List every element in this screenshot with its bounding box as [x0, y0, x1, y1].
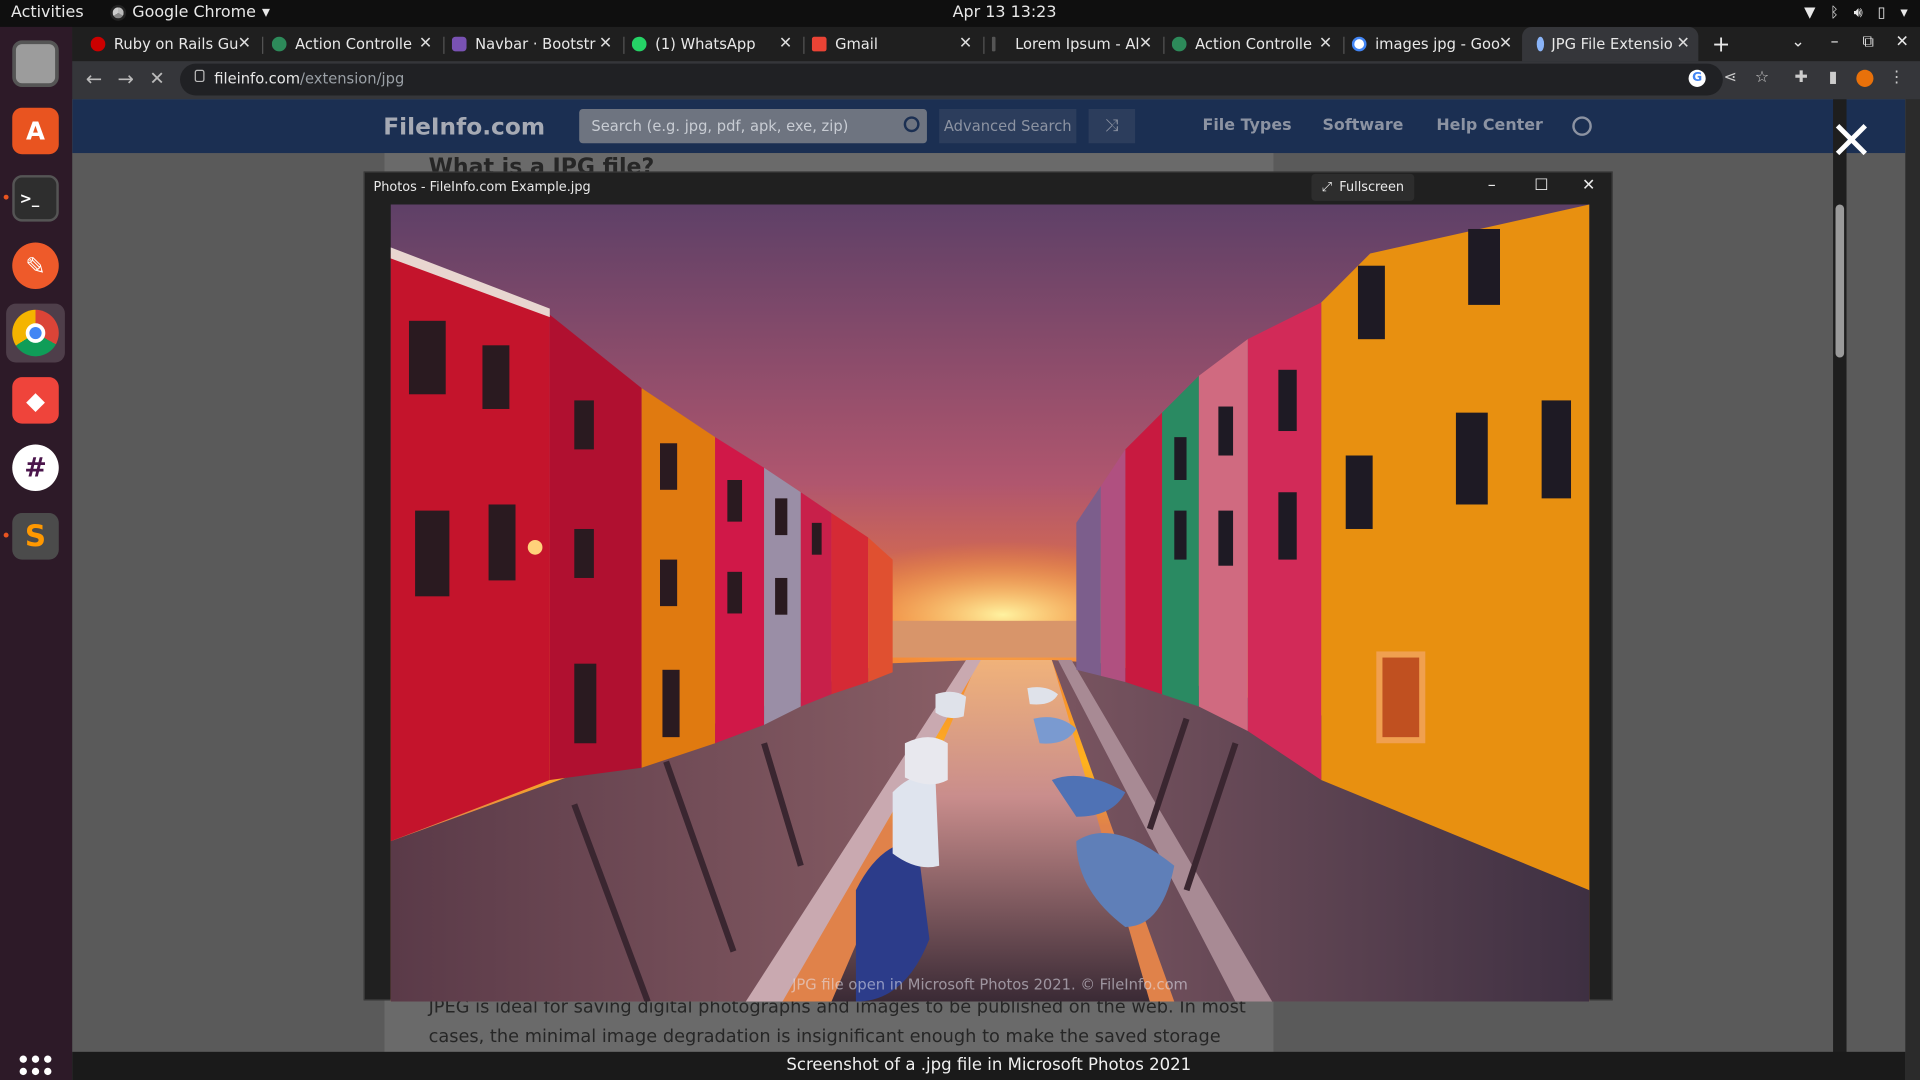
tab-lorem-ipsum[interactable]: Lorem Ipsum - Al ✕ — [991, 27, 1161, 61]
tab-ruby-on-rails[interactable]: Ruby on Rails Gu ✕ — [90, 27, 260, 61]
system-top-bar: Activities Google Chrome ▾ Apr 13 13:23 … — [0, 0, 1920, 27]
bootstrap-favicon-icon — [451, 36, 467, 52]
rails-guides-favicon-icon — [1171, 36, 1187, 52]
profile-avatar[interactable] — [1856, 69, 1874, 87]
close-tab-icon[interactable]: ✕ — [238, 34, 251, 52]
tab-action-controller-1[interactable]: Action Controlle ✕ — [271, 27, 441, 61]
activities-button[interactable]: Activities — [11, 4, 84, 22]
photo-canvas[interactable]: JPG file open in Microsoft Photos 2021. … — [390, 204, 1590, 1002]
bluetooth-icon: ᛒ — [1830, 3, 1839, 21]
chrome-icon[interactable] — [6, 303, 65, 363]
new-tab-icon[interactable]: + — [1712, 32, 1730, 58]
nav-help-center[interactable]: Help Center — [1436, 116, 1543, 134]
side-panel-icon[interactable]: ▮ — [1824, 69, 1841, 87]
venice-canal-photo — [390, 204, 1590, 1002]
chrome-small-icon — [110, 4, 127, 21]
fullscreen-button[interactable]: ⤢ Fullscreen — [1311, 173, 1415, 201]
dock: A >_ ✎ ◆ # S — [0, 26, 73, 1080]
rails-guides-favicon-icon — [271, 36, 287, 52]
site-search-input[interactable]: Search (e.g. jpg, pdf, apk, exe, zip) — [579, 108, 927, 144]
tab-jpg-file-extension[interactable]: JPG File Extensio ✕ — [1522, 26, 1699, 62]
clock[interactable]: Apr 13 13:23 — [953, 4, 1057, 22]
tab-images-jpg-google[interactable]: images jpg - Goo ✕ — [1351, 27, 1521, 61]
bookmark-star-icon[interactable]: ☆ — [1753, 69, 1770, 87]
random-shuffle-icon[interactable]: ⤨ — [1088, 108, 1136, 144]
tab-strip: Ruby on Rails Gu ✕ Action Controlle ✕ Na… — [72, 26, 1920, 62]
tab-bootstrap-navbar[interactable]: Navbar · Bootstr ✕ — [451, 27, 621, 61]
screen: Activities Google Chrome ▾ Apr 13 13:23 … — [0, 0, 1920, 1080]
minimize-icon[interactable]: – — [1488, 176, 1496, 194]
lock-icon[interactable] — [194, 69, 205, 83]
forward-arrow-icon[interactable]: → — [118, 67, 134, 90]
lightbox-close-icon[interactable] — [1834, 122, 1868, 156]
close-tab-icon[interactable]: ✕ — [1676, 34, 1689, 52]
address-bar[interactable]: fileinfo.com/extension/jpg G — [180, 63, 1723, 96]
close-window-icon[interactable]: ✕ — [1896, 33, 1909, 51]
volume-icon: 🔊︎ — [1853, 3, 1863, 21]
settings-gear-icon[interactable] — [1572, 116, 1592, 136]
close-tab-icon[interactable]: ✕ — [1139, 34, 1152, 52]
tab-action-controller-2[interactable]: Action Controlle ✕ — [1171, 27, 1341, 61]
chevron-down-icon: ▾ — [1900, 3, 1908, 21]
tab-search-chevron-icon[interactable]: ⌄ — [1791, 33, 1804, 51]
share-icon[interactable]: ⋖ — [1722, 69, 1739, 87]
software-center-icon[interactable]: A — [6, 102, 65, 161]
files-icon[interactable] — [6, 34, 65, 93]
close-tab-icon[interactable]: ✕ — [1499, 34, 1512, 52]
close-tab-icon[interactable]: ✕ — [959, 34, 972, 52]
url-text[interactable]: fileinfo.com/extension/jpg — [214, 70, 404, 87]
more-menu-icon[interactable]: ⋮ — [1888, 69, 1905, 87]
photos-window-title: Photos - FileInfo.com Example.jpg — [373, 180, 591, 195]
tab-gmail[interactable]: Gmail ✕ — [811, 27, 981, 61]
text-editor-icon[interactable]: ✎ — [6, 236, 65, 295]
close-tab-icon[interactable]: ✕ — [1319, 34, 1332, 52]
minimize-window-icon[interactable]: – — [1831, 33, 1839, 51]
rails-favicon-icon — [90, 36, 106, 52]
system-tray[interactable]: ▼ ᛒ 🔊︎ ▯ ▾ — [1804, 4, 1908, 22]
close-tab-icon[interactable]: ✕ — [779, 34, 792, 52]
wifi-icon: ▼ — [1804, 3, 1816, 21]
browser-toolbar: ← → ✕ fileinfo.com/extension/jpg G ⋖ ☆ ✚… — [72, 61, 1920, 100]
tab-whatsapp[interactable]: (1) WhatsApp ✕ — [631, 27, 801, 61]
extensions-puzzle-icon[interactable]: ✚ — [1793, 69, 1810, 87]
app-menu[interactable]: Google Chrome ▾ — [110, 4, 270, 22]
gmail-favicon-icon — [811, 36, 827, 52]
whatsapp-favicon-icon — [631, 36, 647, 52]
photo-watermark: JPG file open in Microsoft Photos 2021. … — [792, 975, 1188, 994]
show-applications-icon[interactable] — [19, 1055, 52, 1080]
stop-loading-icon[interactable]: ✕ — [149, 67, 164, 89]
google-lens-icon[interactable]: G — [1688, 69, 1706, 87]
nav-software[interactable]: Software — [1322, 116, 1403, 134]
maximize-icon[interactable]: ☐ — [1534, 176, 1548, 194]
photos-window: Photos - FileInfo.com Example.jpg ⤢ Full… — [363, 171, 1613, 1002]
site-header: FileInfo.com Search (e.g. jpg, pdf, apk,… — [72, 99, 1906, 154]
nav-file-types[interactable]: File Types — [1202, 116, 1291, 134]
anydesk-icon[interactable]: ◆ — [6, 371, 65, 430]
battery-icon: ▯ — [1877, 3, 1886, 21]
advanced-search-button[interactable]: Advanced Search — [939, 108, 1077, 144]
lorem-ipsum-favicon-icon — [991, 36, 996, 52]
sublime-text-icon[interactable]: S — [6, 507, 65, 566]
back-arrow-icon[interactable]: ← — [86, 67, 102, 90]
google-favicon-icon — [1351, 36, 1367, 52]
site-logo[interactable]: FileInfo.com — [383, 114, 545, 141]
close-tab-icon[interactable]: ✕ — [419, 34, 432, 52]
expand-icon: ⤢ — [1321, 179, 1332, 195]
chevron-down-icon: ▾ — [262, 3, 271, 23]
restore-window-icon[interactable]: ⧉ — [1862, 33, 1873, 51]
screenshot-caption: Screenshot of a .jpg file in Microsoft P… — [72, 1051, 1906, 1080]
close-icon[interactable]: ✕ — [1582, 176, 1595, 194]
fileinfo-favicon-icon — [1536, 36, 1545, 52]
app-menu-label: Google Chrome — [132, 3, 256, 23]
slack-icon[interactable]: # — [6, 438, 65, 497]
page-scrollbar[interactable] — [1833, 99, 1847, 1080]
close-tab-icon[interactable]: ✕ — [599, 34, 612, 52]
terminal-icon[interactable]: >_ — [6, 169, 65, 228]
search-icon[interactable] — [903, 116, 920, 133]
